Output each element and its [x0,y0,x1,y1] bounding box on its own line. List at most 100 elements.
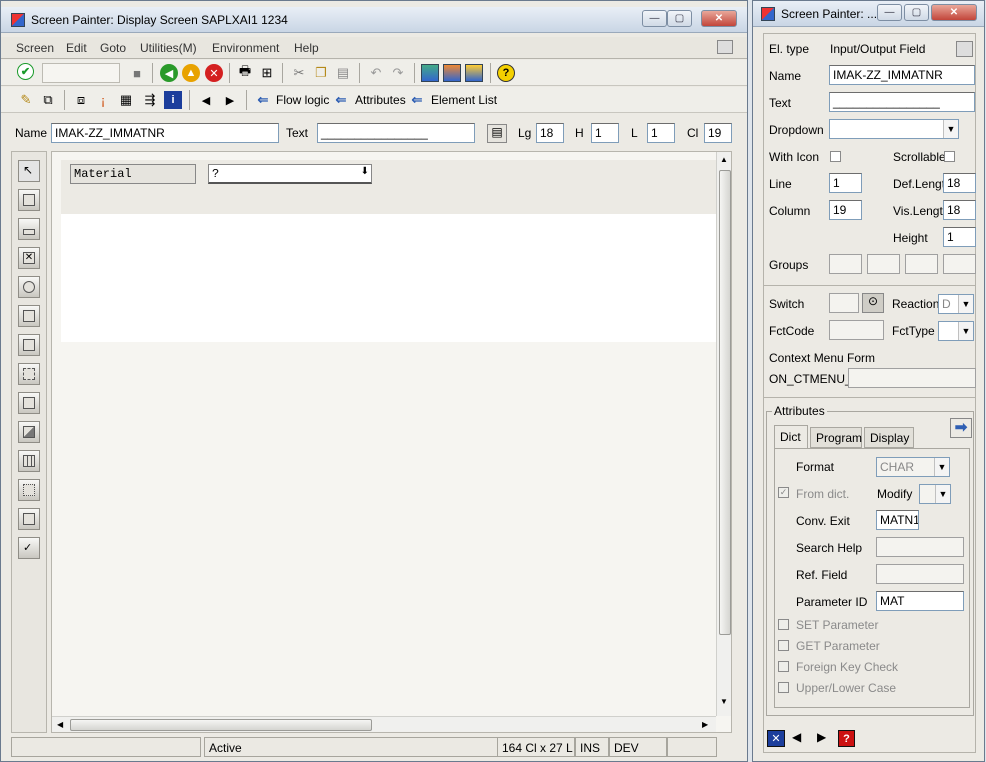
get-parameter-checkbox[interactable] [778,640,789,651]
tab-program[interactable]: Program [810,427,862,448]
modify-select[interactable]: ▼ [919,484,951,504]
cut-icon[interactable]: ✂ [290,64,308,82]
palette-status-icon[interactable]: ✓ [18,537,40,559]
palette-checkbox-icon[interactable]: ✕ [18,247,40,269]
dropdown-select[interactable]: ▼ [829,119,959,139]
menu-utilities[interactable]: Utilities(M) [140,41,197,55]
copy-icon[interactable]: ❐ [312,64,330,82]
conv-exit-input[interactable]: MATN1 [876,510,919,530]
attr-help-icon[interactable]: ? [838,730,855,747]
parameter-id-input[interactable]: MAT [876,591,964,611]
context-menu-input[interactable] [848,368,976,388]
upper-lower-case-checkbox[interactable] [778,682,789,693]
canvas-material-input[interactable]: ? ⬇ [208,164,372,184]
marker-icon[interactable]: ¡ [94,91,112,109]
find-icon[interactable]: ⊞ [258,64,276,82]
layout-window3-icon[interactable] [465,64,483,82]
scrollable-checkbox[interactable] [944,151,955,162]
command-field[interactable] [42,63,120,83]
help-icon[interactable]: ? [497,64,515,82]
maximize-button[interactable]: ▢ [667,10,692,27]
group-input-1[interactable] [829,254,862,274]
palette-box-icon[interactable] [18,392,40,414]
scroll-up-icon[interactable]: ▲ [720,155,728,164]
format-select[interactable]: CHAR ▼ [876,457,950,477]
horizontal-scroll-thumb[interactable] [70,719,372,731]
menu-goto[interactable]: Goto [100,41,126,55]
palette-subscreen-icon[interactable] [18,421,40,443]
with-icon-checkbox[interactable] [830,151,841,162]
group-input-4[interactable] [943,254,976,274]
horizontal-scrollbar[interactable]: ◀ ▶ [52,716,716,732]
ref-field-input[interactable] [876,564,964,584]
reaction-select[interactable]: D ▼ [938,294,974,314]
tab-display[interactable]: Display [864,427,914,448]
scroll-left-icon[interactable]: ◀ [57,720,63,729]
redo-icon[interactable]: ↷ [389,64,407,82]
vis-length-input[interactable]: 18 [943,200,976,220]
tree-icon[interactable]: ⇶ [141,91,159,109]
grid-icon[interactable]: ▦ [117,91,135,109]
menu-screen[interactable]: Screen [16,41,54,55]
element-list-button[interactable]: Element List [431,93,497,107]
group-input-3[interactable] [905,254,938,274]
foreign-key-check-checkbox[interactable] [778,661,789,672]
set-parameter-checkbox[interactable] [778,619,789,630]
minimize-button[interactable]: — [642,10,667,27]
palette-text-field-icon[interactable] [18,189,40,211]
column-input[interactable]: 19 [829,200,862,220]
el-type-icon[interactable] [956,41,973,57]
palette-frame-icon[interactable] [18,334,40,356]
layout-canvas[interactable]: Material ? ⬇ ▲ ▼ ◀ ▶ [51,151,732,733]
save-icon[interactable]: ■ [128,64,146,82]
height-input[interactable]: 1 [943,227,976,247]
switch-lock-icon[interactable]: ⊙ [862,293,884,313]
attr-next-icon[interactable]: ▶ [817,730,826,744]
palette-custom-control-icon[interactable] [18,508,40,530]
search-help-input[interactable] [876,537,964,557]
layout-window-icon[interactable] [421,64,439,82]
scroll-down-icon[interactable]: ▼ [720,697,728,706]
palette-tabstrip-icon[interactable] [18,363,40,385]
cancel-icon[interactable]: ✕ [205,64,223,82]
exit-icon[interactable]: ▲ [182,64,200,82]
line-input[interactable]: 1 [829,173,862,193]
palette-pushbutton-icon[interactable] [18,305,40,327]
print-icon[interactable]: 🖶 [236,63,254,82]
attributes-button[interactable]: Attributes [355,93,406,107]
fcttype-select[interactable]: ▼ [938,321,974,341]
palette-table-wizard-icon[interactable] [18,479,40,501]
attr-close-x-icon[interactable]: ✕ [767,730,785,747]
fieldbar-name-input[interactable]: IMAK-ZZ_IMMATNR [51,123,279,143]
enter-check-icon[interactable]: ✔ [17,63,34,80]
attr-minimize-button[interactable]: — [877,4,902,21]
hierarchy-icon[interactable]: ⧈ [72,91,90,109]
canvas-material-label[interactable]: Material [70,164,196,184]
palette-input-field-icon[interactable] [18,218,40,240]
vertical-scroll-thumb[interactable] [719,170,731,635]
menu-environment[interactable]: Environment [212,41,279,55]
info-icon[interactable]: i [164,91,182,109]
fieldbar-l-input[interactable]: 1 [647,123,675,143]
vertical-scrollbar[interactable]: ▲ ▼ [716,152,731,716]
palette-table-control-icon[interactable] [18,450,40,472]
menu-help[interactable]: Help [294,41,319,55]
menu-edit[interactable]: Edit [66,41,87,55]
fieldbar-lg-input[interactable]: 18 [536,123,564,143]
previous-icon[interactable]: ◀ [197,91,215,109]
tab-next-arrow-icon[interactable]: ➡ [950,418,972,438]
scroll-right-icon[interactable]: ▶ [702,720,708,729]
undo-icon[interactable]: ↶ [367,64,385,82]
edit-pencil-icon[interactable]: ✎ [17,91,35,109]
attr-maximize-button[interactable]: ▢ [904,4,929,21]
close-button[interactable]: ✕ [701,10,737,27]
def-length-input[interactable]: 18 [943,173,976,193]
search-help-arrow-icon[interactable]: ⬇ [361,166,369,177]
next-icon[interactable]: ▶ [221,91,239,109]
attr-text-input[interactable]: ________________ [829,92,975,112]
attr-name-input[interactable]: IMAK-ZZ_IMMATNR [829,65,975,85]
palette-pointer-icon[interactable]: ↖ [18,160,40,182]
palette-radio-icon[interactable] [18,276,40,298]
from-dict-checkbox[interactable]: ✓ [778,487,789,498]
attr-previous-icon[interactable]: ◀ [792,730,801,744]
